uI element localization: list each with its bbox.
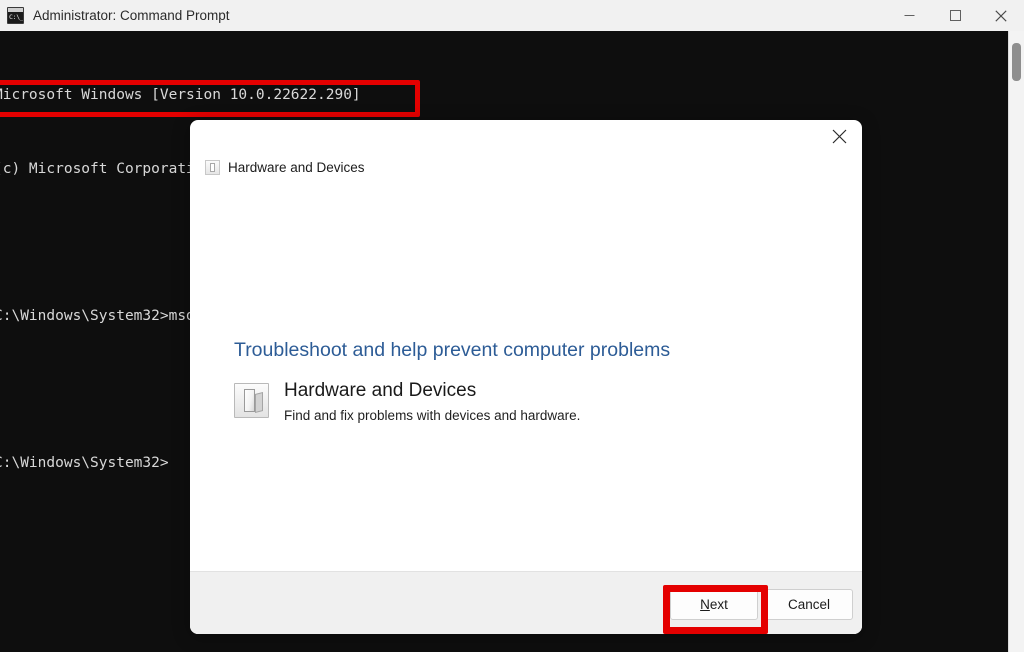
command-prompt-window: Administrator: Command Prompt Microsoft … (0, 0, 1024, 652)
next-button[interactable]: Next (670, 589, 758, 620)
next-button-label: ext (709, 597, 728, 612)
cancel-button[interactable]: Cancel (765, 589, 853, 620)
troubleshooter-item-text: Hardware and Devices Find and fix proble… (284, 379, 580, 426)
minimize-icon[interactable] (886, 0, 932, 31)
close-icon[interactable] (978, 0, 1024, 31)
terminal-line: Microsoft Windows [Version 10.0.22622.29… (0, 87, 361, 103)
troubleshooter-item: Hardware and Devices Find and fix proble… (234, 380, 580, 426)
command-prompt-icon (7, 7, 24, 24)
dialog-header: Hardware and Devices (205, 160, 365, 175)
terminal-scrollbar[interactable] (1008, 31, 1024, 652)
troubleshooter-description: Find and fix problems with devices and h… (284, 408, 581, 423)
hardware-and-devices-icon (205, 160, 220, 175)
window-title-bar[interactable]: Administrator: Command Prompt (0, 0, 1024, 31)
next-button-accelerator: N (700, 597, 710, 612)
title-bar-left: Administrator: Command Prompt (0, 7, 886, 24)
troubleshooter-title: Hardware and Devices (284, 380, 477, 401)
scrollbar-thumb[interactable] (1012, 43, 1021, 81)
dialog-header-label: Hardware and Devices (228, 160, 365, 175)
dialog-footer: Next Cancel (190, 571, 862, 634)
computer-tower-icon (234, 383, 269, 418)
dialog-close-icon[interactable] (816, 120, 862, 153)
maximize-icon[interactable] (932, 0, 978, 31)
hardware-and-devices-dialog: Hardware and Devices Troubleshoot and he… (190, 120, 862, 634)
page-title: Troubleshoot and help prevent computer p… (234, 339, 671, 361)
window-title: Administrator: Command Prompt (33, 8, 230, 23)
window-controls (886, 0, 1024, 31)
